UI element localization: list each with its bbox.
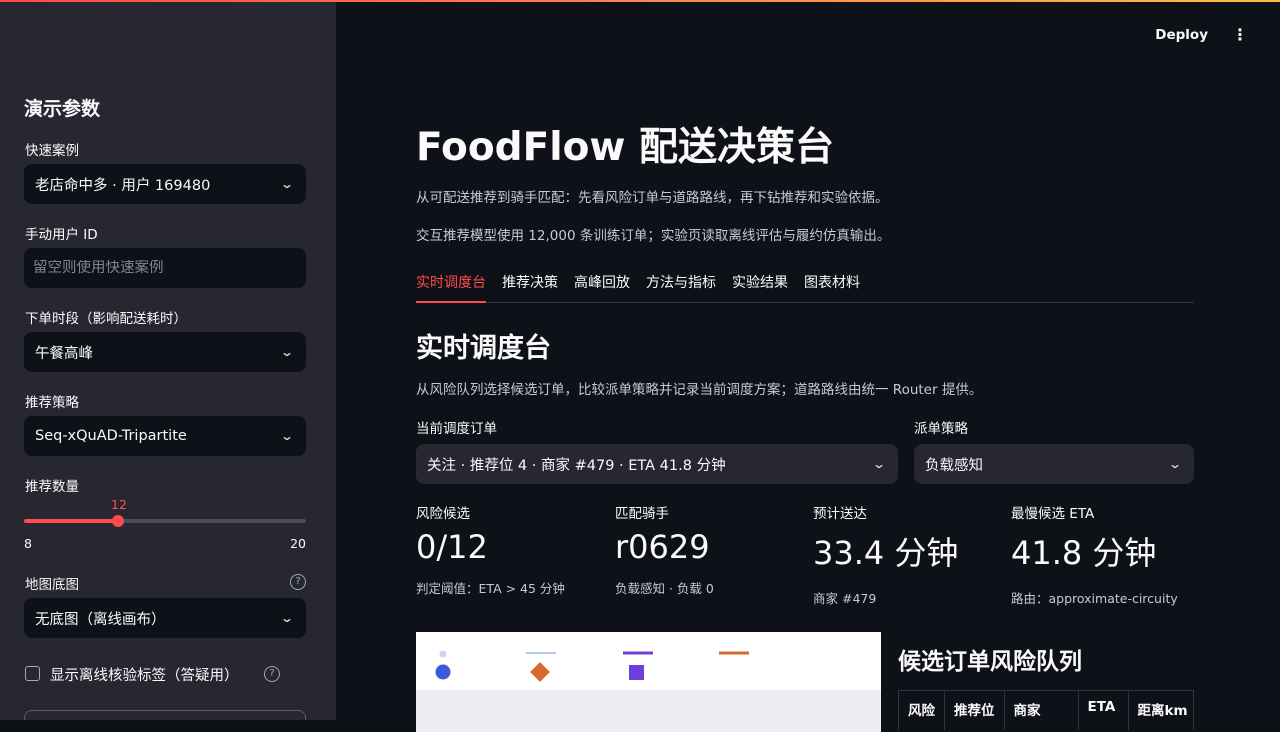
table-header-cell[interactable]: 商家 [1005, 691, 1079, 730]
sidebar: 演示参数 快速案例 老店命中多 · 用户 169480 ⌄ 手动用户 ID 下单… [0, 0, 336, 720]
metric-value: 0/12 [416, 528, 488, 566]
map-band [416, 690, 881, 732]
intro-text-2: 交互推荐模型使用 12,000 条训练订单；实验页读取离线评估与履约仿真输出。 [416, 228, 891, 244]
count-slider-max: 20 [290, 536, 306, 551]
order-period-select[interactable]: 午餐高峰 ⌄ [24, 332, 306, 372]
basemap-select[interactable]: 无底图（离线画布） ⌄ [24, 598, 306, 638]
metric-caption: 商家 #479 [813, 591, 877, 606]
app-header: Deploy ⋮ [336, 0, 1280, 60]
legend-marker-small-dot [439, 650, 447, 658]
metric-value: 41.8 分钟 [1011, 534, 1157, 572]
tab-methods-metrics[interactable]: 方法与指标 [646, 270, 716, 303]
metric-value: 33.4 分钟 [813, 534, 959, 572]
current-order-label: 当前调度订单 [416, 421, 497, 437]
tab-chart-materials[interactable]: 图表材料 [804, 270, 860, 303]
more-menu-icon[interactable]: ⋮ [1232, 26, 1248, 44]
table-header-cell[interactable]: 风险 [899, 691, 945, 730]
map-legend [435, 650, 749, 682]
manual-user-input[interactable] [33, 260, 297, 276]
tab-peak-replay[interactable]: 高峰回放 [574, 270, 630, 303]
risk-queue-title: 候选订单风险队列 [898, 649, 1082, 675]
sidebar-button[interactable] [24, 710, 306, 720]
metric-label: 风险候选 [416, 506, 470, 522]
tab-bar: 实时调度台 推荐决策 高峰回放 方法与指标 实验结果 图表材料 [416, 270, 1194, 303]
legend-marker-blue-dot [435, 664, 451, 680]
sidebar-title: 演示参数 [24, 98, 101, 120]
chevron-down-icon: ⌄ [871, 457, 887, 471]
help-icon[interactable]: ? [264, 666, 280, 682]
order-period-label: 下单时段（影响配送耗时） [25, 311, 187, 327]
dispatch-map-canvas[interactable] [416, 632, 881, 732]
chevron-down-icon: ⌄ [1167, 457, 1183, 471]
manual-user-input-wrapper [24, 248, 306, 288]
offline-label-text: 显示离线核验标签（答疑用） [50, 668, 239, 684]
legend-marker-diamond [530, 662, 550, 682]
risk-queue-table: 风险 推荐位 商家 ETA 距离km [898, 690, 1194, 730]
deploy-button[interactable]: Deploy [1155, 27, 1208, 43]
strategy-label: 推荐策略 [25, 395, 79, 411]
tab-experiment-results[interactable]: 实验结果 [732, 270, 788, 303]
dispatch-strategy-value: 负载感知 [925, 457, 983, 474]
help-icon[interactable]: ? [290, 574, 306, 590]
metric-matched-rider: 匹配骑手 r0629 负载感知 · 负载 0 [615, 502, 805, 597]
strategy-value: Seq-xQuAD-Tripartite [35, 428, 187, 444]
chevron-down-icon: ⌄ [279, 611, 295, 625]
tab-realtime-dispatch[interactable]: 实时调度台 [416, 270, 486, 303]
dispatch-strategy-label: 派单策略 [914, 421, 968, 437]
offline-label-checkbox[interactable] [25, 666, 40, 681]
manual-user-label: 手动用户 ID [25, 227, 98, 243]
count-slider-fill [24, 519, 118, 523]
section-title: 实时调度台 [416, 333, 551, 364]
basemap-label: 地图底图 [25, 577, 79, 593]
chevron-down-icon: ⌄ [279, 429, 295, 443]
dispatch-strategy-select[interactable]: 负载感知 ⌄ [914, 444, 1194, 484]
table-header-cell[interactable]: 距离km [1129, 691, 1190, 730]
current-order-select[interactable]: 关注 · 推荐位 4 · 商家 #479 · ETA 41.8 分钟 ⌄ [416, 444, 898, 484]
count-slider-value: 12 [111, 497, 127, 512]
section-description: 从风险队列选择候选订单，比较派单策略并记录当前调度方案；道路路线由统一 Rout… [416, 382, 983, 398]
count-slider-min: 8 [24, 536, 32, 551]
top-decoration-bar [0, 0, 1280, 2]
order-period-value: 午餐高峰 [35, 345, 93, 362]
metric-label: 匹配骑手 [615, 506, 669, 522]
metric-risk-candidates: 风险候选 0/12 判定阈值：ETA > 45 分钟 [416, 502, 606, 597]
strategy-select[interactable]: Seq-xQuAD-Tripartite ⌄ [24, 416, 306, 456]
quick-case-label: 快速案例 [25, 143, 79, 159]
count-label: 推荐数量 [25, 479, 79, 495]
quick-case-select[interactable]: 老店命中多 · 用户 169480 ⌄ [24, 164, 306, 204]
quick-case-value: 老店命中多 · 用户 169480 [35, 177, 211, 194]
table-header-cell[interactable]: 推荐位 [945, 691, 1005, 730]
chevron-down-icon: ⌄ [279, 177, 295, 191]
metric-label: 最慢候选 ETA [1011, 506, 1095, 522]
count-slider-track[interactable] [24, 519, 306, 523]
metric-caption: 负载感知 · 负载 0 [615, 581, 714, 596]
tab-recommendation[interactable]: 推荐决策 [502, 270, 558, 303]
metric-slowest-eta: 最慢候选 ETA 41.8 分钟 路由：approximate-circuity [1011, 502, 1201, 607]
count-slider-thumb[interactable] [112, 515, 124, 527]
page-title: FoodFlow 配送决策台 [416, 125, 834, 170]
chevron-down-icon: ⌄ [279, 345, 295, 359]
table-header-cell[interactable]: ETA [1079, 691, 1129, 730]
basemap-value: 无底图（离线画布） [35, 611, 166, 628]
metric-estimated-delivery: 预计送达 33.4 分钟 商家 #479 [813, 502, 1003, 607]
legend-marker-square [629, 665, 644, 680]
metric-label: 预计送达 [813, 506, 867, 522]
intro-text-1: 从可配送推荐到骑手匹配：先看风险订单与道路路线，再下钻推荐和实验依据。 [416, 190, 889, 206]
metric-value: r0629 [615, 528, 710, 566]
metric-caption: 判定阈值：ETA > 45 分钟 [416, 581, 565, 596]
current-order-value: 关注 · 推荐位 4 · 商家 #479 · ETA 41.8 分钟 [427, 457, 726, 474]
metric-caption: 路由：approximate-circuity [1011, 591, 1178, 606]
